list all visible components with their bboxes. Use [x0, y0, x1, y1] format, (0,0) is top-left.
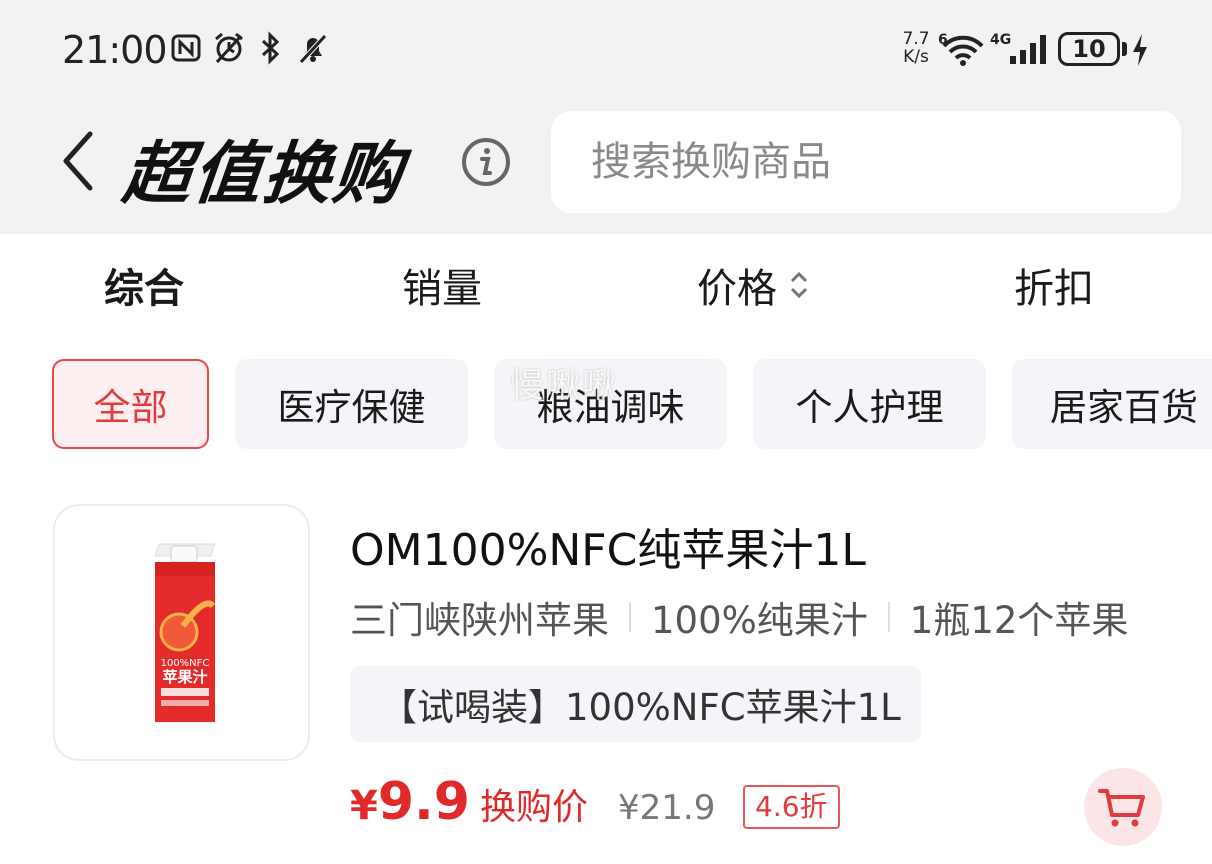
price-currency: ¥ — [350, 783, 378, 829]
product-tag: 1瓶12个苹果 — [909, 599, 1129, 642]
sort-tab-label: 销量 — [402, 266, 482, 312]
signal-4g-icon: 4G — [990, 32, 1046, 64]
info-icon[interactable] — [460, 136, 512, 188]
sort-tab-label: 折扣 — [1014, 266, 1094, 312]
bluetooth-icon — [261, 31, 280, 65]
sort-tab-label: 价格 — [697, 266, 777, 312]
battery-tip — [1122, 42, 1127, 56]
net-speed-unit: K/s — [903, 47, 929, 67]
category-chip-healthcare[interactable]: 医疗保健 — [235, 359, 468, 449]
category-chip-household[interactable]: 居家百货 — [1012, 359, 1212, 449]
nfc-icon — [171, 34, 201, 62]
product-name[interactable]: OM100%NFC纯苹果汁1L — [350, 514, 866, 578]
wifi-icon: 6 — [938, 32, 984, 66]
product-tags: 三门峡陕州苹果 100%纯果汁 1瓶12个苹果 — [350, 590, 1128, 644]
tag-divider — [887, 602, 890, 632]
net-speed-value: 7.7 — [902, 29, 930, 49]
watermark: 慢啾啾 — [510, 366, 618, 406]
product-tag: 三门峡陕州苹果 — [350, 599, 609, 642]
original-price: ¥21.9 — [617, 788, 716, 828]
charging-icon — [1133, 34, 1147, 66]
alarm-icon — [215, 32, 243, 64]
price-label: 换购价 — [479, 787, 588, 828]
add-to-cart-button[interactable] — [1084, 768, 1162, 846]
category-chip-label: 个人护理 — [795, 386, 944, 429]
price-row: ¥ 9.9 换购价 ¥21.9 — [350, 772, 715, 842]
mute-icon — [299, 34, 327, 64]
battery-indicator: 10 — [1058, 32, 1120, 66]
category-chip-label: 医疗保健 — [277, 386, 426, 429]
discount-badge: 4.6折 — [743, 785, 840, 829]
sort-tab-comprehensive[interactable]: 综合 — [104, 256, 184, 314]
svg-text:4G: 4G — [990, 32, 1011, 48]
sort-tab-price[interactable]: 价格 — [697, 256, 811, 314]
search-input[interactable] — [591, 133, 1151, 191]
category-chip-label: 全部 — [93, 386, 168, 429]
status-time: 21:00 — [62, 28, 168, 72]
sort-tab-discount[interactable]: 折扣 — [1014, 256, 1094, 314]
image-label-line2: 苹果汁 — [162, 668, 207, 686]
category-chip-all[interactable]: 全部 — [52, 359, 209, 449]
product-spec[interactable]: 【试喝装】100%NFC苹果汁1L — [350, 666, 921, 742]
page-title: 超值换购 — [119, 135, 408, 214]
product-tag: 100%纯果汁 — [651, 599, 868, 642]
status-icons — [170, 30, 330, 66]
tag-divider — [629, 602, 631, 632]
cart-icon — [1098, 789, 1145, 827]
category-chip-label: 居家百货 — [1050, 386, 1198, 429]
product-image[interactable]: 100%NFC 苹果汁 — [53, 504, 310, 761]
juice-carton-image: 100%NFC 苹果汁 — [154, 543, 216, 722]
sort-tab-label: 综合 — [104, 266, 184, 312]
price-value: 9.9 — [377, 772, 470, 832]
category-chip-personal-care[interactable]: 个人护理 — [753, 359, 986, 449]
net-speed: 7.7 K/s — [896, 30, 936, 66]
sort-tab-sales[interactable]: 销量 — [402, 256, 482, 314]
back-arrow-icon[interactable] — [58, 128, 98, 194]
sort-toggle-icon — [790, 271, 808, 299]
search-box[interactable] — [551, 111, 1181, 213]
